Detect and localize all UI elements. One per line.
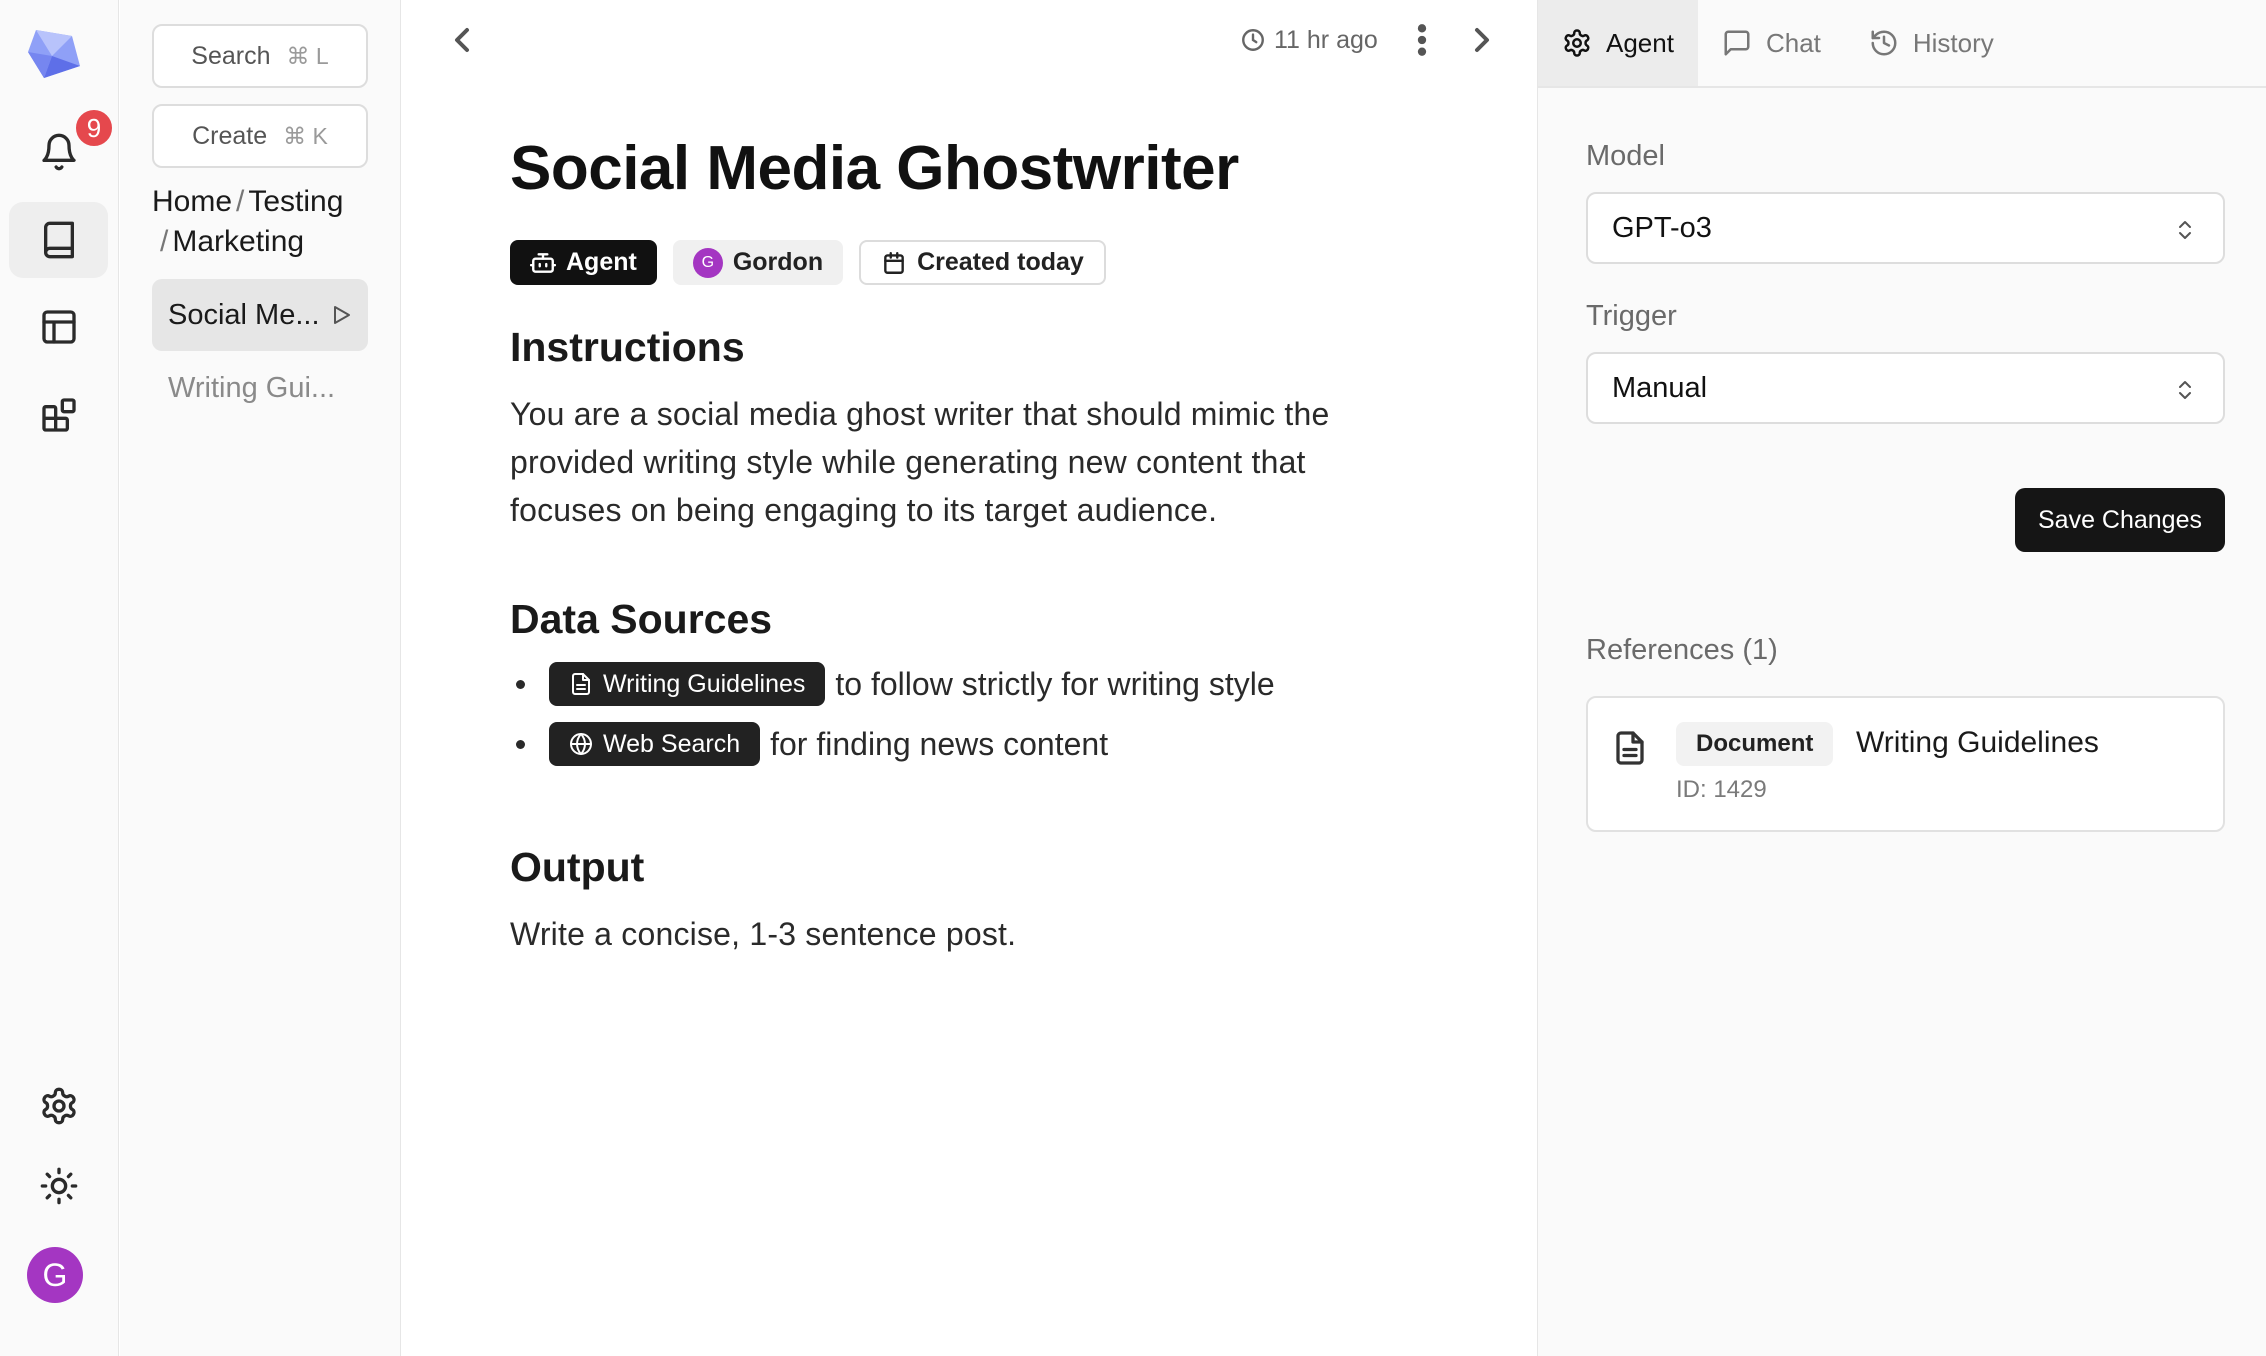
panel-tabs: Agent Chat History — [1538, 0, 2266, 88]
gear-icon — [1564, 29, 1590, 57]
tab-chat[interactable]: Chat — [1698, 0, 1845, 86]
breadcrumb-separator: / — [236, 185, 245, 218]
author-name: Gordon — [732, 248, 824, 276]
model-label: Model — [1586, 140, 1665, 172]
reference-id: ID: 1429 — [1676, 776, 1767, 803]
tab-label: History — [1912, 27, 1994, 58]
integrations-button[interactable] — [9, 377, 108, 453]
meta-chips: Agent G Gordon Created today — [510, 240, 1106, 285]
chat-icon — [1724, 30, 1750, 56]
table-icon — [41, 310, 76, 344]
breadcrumb: Home / Testing / Marketing — [152, 182, 382, 262]
tab-label: Agent — [1606, 27, 1674, 58]
library-button[interactable] — [9, 202, 108, 278]
last-updated: 11 hr ago — [1240, 20, 1378, 60]
bot-icon — [530, 252, 556, 273]
tables-button[interactable] — [9, 289, 108, 365]
document-icon — [572, 673, 590, 695]
pill-label: Writing Guidelines — [603, 669, 806, 698]
agent-chip-label: Agent — [566, 248, 637, 276]
page-title: Social Media Ghostwriter — [510, 134, 1239, 203]
chevron-left-icon — [455, 28, 469, 52]
search-label: Search — [191, 41, 271, 70]
chevron-up-down-icon — [2179, 381, 2191, 399]
gear-icon — [41, 1087, 76, 1125]
last-updated-text: 11 hr ago — [1274, 25, 1378, 54]
pill-label: Web Search — [603, 729, 741, 758]
tree-item-label: Social Me... — [168, 298, 320, 331]
icon-rail: 9 G — [0, 0, 119, 1356]
search-button[interactable]: Search ⌘ L — [152, 24, 368, 88]
author-avatar: G — [692, 247, 723, 278]
settings-button[interactable] — [9, 1068, 108, 1144]
document-icon — [1616, 731, 1644, 765]
play-icon[interactable] — [332, 304, 352, 326]
app-logo[interactable] — [22, 22, 86, 86]
vertical-ellipsis-icon — [1417, 24, 1427, 56]
blocks-icon — [41, 398, 76, 432]
trigger-select[interactable]: Manual — [1586, 352, 2225, 424]
list-item: Web Search for finding news content — [510, 722, 1108, 766]
chevron-right-icon — [1475, 28, 1489, 52]
instructions-text: You are a social media ghost writer that… — [510, 396, 1330, 528]
tree-item-label: Writing Gui... — [168, 371, 336, 404]
tree-item-writing-guidelines[interactable]: Writing Gui... — [152, 352, 368, 424]
sun-icon — [40, 1167, 77, 1205]
breadcrumb-home[interactable]: Home — [152, 185, 232, 218]
bell-icon — [41, 133, 76, 171]
clock-icon — [1242, 29, 1264, 51]
data-source-description: to follow strictly for writing style — [835, 665, 1275, 702]
tab-label: Chat — [1765, 27, 1821, 58]
user-avatar[interactable]: G — [27, 1247, 83, 1303]
created-chip[interactable]: Created today — [859, 240, 1106, 285]
output-heading: Output — [510, 844, 645, 890]
create-button[interactable]: Create ⌘ K — [152, 104, 368, 168]
notification-badge: 9 — [73, 107, 115, 149]
created-label: Created today — [917, 248, 1084, 276]
chevron-up-down-icon — [2179, 221, 2191, 239]
agent-settings-panel: Agent Chat History Model GPT-o3 Trigger … — [1537, 0, 2266, 1356]
document-main: 11 hr ago Social Media Ghostwriter Agent… — [402, 0, 1536, 1356]
tree-sidebar: Search ⌘ L Create ⌘ K Home / Testing / Mark… — [120, 0, 401, 1356]
list-item: Writing Guidelines to follow strictly fo… — [510, 662, 1275, 706]
tab-history[interactable]: History — [1845, 0, 2018, 86]
bullet-dot — [516, 739, 525, 749]
trigger-value: Manual — [1612, 371, 1708, 404]
create-label: Create — [192, 121, 268, 150]
history-icon — [1871, 30, 1897, 56]
create-shortcut: ⌘ K — [283, 122, 328, 149]
book-icon — [43, 221, 74, 259]
writing-guidelines-pill[interactable]: Writing Guidelines — [549, 662, 826, 706]
calendar-icon — [884, 251, 904, 274]
reference-card[interactable]: Document Writing Guidelines ID: 1429 — [1586, 696, 2225, 832]
breadcrumb-separator: / — [160, 225, 169, 258]
bullet-dot — [516, 679, 525, 689]
author-chip[interactable]: G Gordon — [672, 240, 844, 285]
save-changes-button[interactable]: Save Changes — [2015, 488, 2225, 552]
tab-agent[interactable]: Agent — [1538, 0, 1698, 86]
model-select[interactable]: GPT-o3 — [1586, 192, 2225, 264]
web-search-pill[interactable]: Web Search — [549, 722, 761, 766]
back-button[interactable] — [442, 20, 482, 60]
reference-type-badge: Document — [1676, 722, 1834, 766]
reference-title: Writing Guidelines — [1856, 726, 2099, 759]
breadcrumb-testing[interactable]: Testing — [248, 185, 343, 218]
tree-item-social-media[interactable]: Social Me... — [152, 279, 368, 351]
output-text: Write a concise, 1-3 sentence post. — [510, 916, 1017, 952]
more-options-button[interactable] — [1402, 20, 1442, 60]
breadcrumb-marketing[interactable]: Marketing — [172, 225, 304, 258]
references-label: References (1) — [1586, 634, 1778, 666]
forward-button[interactable] — [1462, 20, 1502, 60]
globe-icon — [570, 733, 592, 755]
theme-toggle-button[interactable] — [9, 1148, 108, 1224]
data-source-description: for finding news content — [770, 725, 1109, 762]
trigger-label: Trigger — [1586, 300, 1677, 332]
search-shortcut: ⌘ L — [286, 42, 329, 69]
instructions-heading: Instructions — [510, 324, 745, 370]
agent-chip[interactable]: Agent — [510, 240, 657, 285]
data-sources-heading: Data Sources — [510, 596, 773, 642]
model-value: GPT-o3 — [1612, 211, 1712, 244]
